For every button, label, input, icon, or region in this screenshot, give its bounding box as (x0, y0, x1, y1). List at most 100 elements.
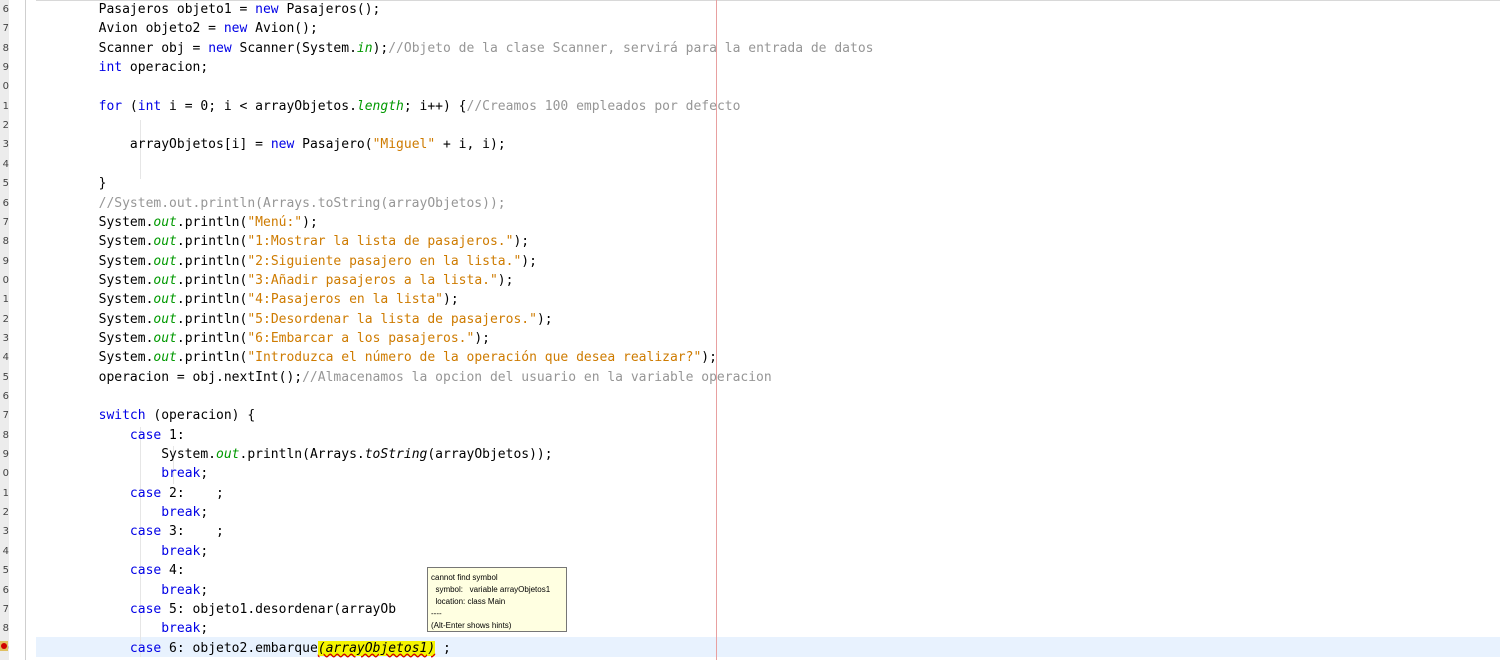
error-token: (arrayObjetos1) (317, 640, 436, 656)
code-token: Scanner(System. (231, 40, 357, 56)
line-number: 6 (2, 4, 9, 15)
line-number: 1 (2, 487, 9, 499)
code-token: "1:Mostrar la lista de pasajeros." (247, 234, 514, 250)
code-token: + i, i); (435, 137, 506, 153)
code-line[interactable]: //System.out.println(Arrays.toString(arr… (36, 194, 506, 213)
code-line[interactable]: break; (36, 581, 208, 600)
code-line[interactable]: case 2: ; (36, 484, 224, 503)
error-badge-icon[interactable] (0, 641, 8, 651)
line-number: 6 (2, 584, 9, 596)
code-line[interactable]: System.out.println("Menú:"); (36, 213, 318, 232)
line-number: 0 (2, 274, 9, 286)
code-token: length (356, 98, 404, 114)
code-token: case (36, 485, 162, 501)
code-line[interactable]: Scanner obj = new Scanner(System.in);//O… (36, 39, 874, 58)
code-line[interactable]: System.out.println("3:Añadir pasajeros a… (36, 271, 514, 290)
code-token: System. (36, 330, 154, 346)
code-token: "3:Añadir pasajeros a la lista." (247, 272, 498, 288)
line-number-gutter: 6789012345678901234567890123456789 (0, 0, 9, 660)
code-token: //System.out.println(Arrays.toString(arr… (36, 195, 506, 211)
code-token: out (153, 292, 177, 308)
code-line[interactable]: break; (36, 464, 208, 483)
code-token: } (36, 176, 107, 192)
line-number: 3 (2, 526, 9, 538)
line-number: 2 (2, 313, 9, 325)
code-token: case (36, 563, 162, 579)
code-token: Pasajeros objeto1 = (36, 2, 256, 17)
code-token: System. (36, 214, 154, 230)
code-line[interactable]: Pasajeros objeto1 = new Pasajeros(); (36, 0, 381, 19)
code-token: "Miguel" (372, 137, 436, 153)
line-number: 0 (2, 468, 9, 480)
code-line[interactable]: switch (operacion) { (36, 406, 256, 425)
line-number: 7 (2, 603, 9, 615)
code-token: case (36, 427, 162, 443)
code-token: ); (372, 40, 389, 56)
code-line[interactable]: operacion = obj.nextInt();//Almacenamos … (36, 368, 772, 387)
code-line[interactable]: case 6: objeto2.embarque(arrayObjetos1) … (36, 639, 451, 658)
code-line[interactable]: case 4: (36, 561, 185, 580)
line-number: 5 (2, 565, 9, 577)
code-line[interactable]: System.out.println("Introduzca el número… (36, 348, 717, 367)
code-line[interactable]: } (36, 174, 107, 193)
code-line[interactable]: break; (36, 619, 208, 638)
code-token: "6:Embarcar a los pasajeros." (247, 330, 475, 346)
code-line[interactable]: case 5: objeto1.desordenar(arrayOb (36, 600, 396, 619)
code-token: ; (200, 582, 209, 598)
code-token: break (36, 621, 201, 637)
code-token: break (36, 582, 201, 598)
code-token: (operacion) { (145, 408, 256, 424)
code-token: System. (36, 292, 154, 308)
code-line[interactable]: break; (36, 503, 208, 522)
code-token: toString (364, 447, 428, 463)
code-token: .println( (176, 330, 248, 346)
code-line[interactable]: System.out.println("5:Desordenar la list… (36, 310, 553, 329)
code-token: ; (200, 466, 209, 482)
code-line[interactable]: arrayObjetos[i] = new Pasajero("Miguel" … (36, 135, 506, 154)
line-number: 4 (2, 545, 9, 557)
code-token: ); (474, 330, 490, 346)
code-line[interactable]: System.out.println("4:Pasajeros en la li… (36, 290, 459, 309)
code-line[interactable]: break; (36, 542, 208, 561)
code-token: in (356, 40, 373, 56)
code-line[interactable]: System.out.println("2:Siguiente pasajero… (36, 252, 537, 271)
code-token: ( (122, 98, 138, 114)
line-number: 5 (2, 178, 9, 190)
code-line[interactable]: for (int i = 0; i < arrayObjetos.length;… (36, 97, 741, 116)
code-token: out (153, 272, 177, 288)
code-line[interactable]: System.out.println(Arrays.toString(array… (36, 445, 553, 464)
code-token: new (208, 40, 232, 56)
code-token: break (36, 543, 201, 559)
code-token: ; (200, 505, 209, 521)
code-token: .println(Arrays. (239, 447, 365, 463)
code-token: operacion = obj.nextInt(); (36, 369, 303, 385)
code-token: int (137, 98, 162, 114)
code-token: System. (36, 253, 154, 269)
line-number: 4 (2, 158, 9, 170)
line-number: 8 (2, 623, 9, 635)
code-token: ; (435, 640, 451, 656)
code-token: new (255, 2, 279, 17)
line-number: 9 (2, 255, 9, 267)
line-number: 8 (2, 42, 9, 54)
code-token: .println( (176, 350, 248, 366)
code-token: .println( (176, 311, 248, 327)
code-token: "Menú:" (247, 214, 303, 230)
line-number: 9 (2, 449, 9, 461)
code-line[interactable]: int operacion; (36, 58, 209, 77)
code-line[interactable]: Avion objeto2 = new Avion(); (36, 19, 318, 38)
code-line[interactable]: case 3: ; (36, 522, 224, 541)
code-token: 1: (161, 427, 185, 443)
code-token: out (153, 253, 177, 269)
code-token: out (153, 214, 177, 230)
code-token: .println( (176, 234, 248, 250)
code-token: operacion; (122, 60, 209, 76)
code-line[interactable]: System.out.println("1:Mostrar la lista d… (36, 232, 530, 251)
code-line[interactable]: case 1: (36, 426, 185, 445)
code-token: System. (36, 447, 217, 463)
code-token: (arrayObjetos)); (427, 447, 553, 463)
code-line[interactable]: System.out.println("6:Embarcar a los pas… (36, 329, 490, 348)
code-token: out (153, 234, 177, 250)
code-token: out (153, 311, 177, 327)
code-token: .println( (176, 253, 248, 269)
